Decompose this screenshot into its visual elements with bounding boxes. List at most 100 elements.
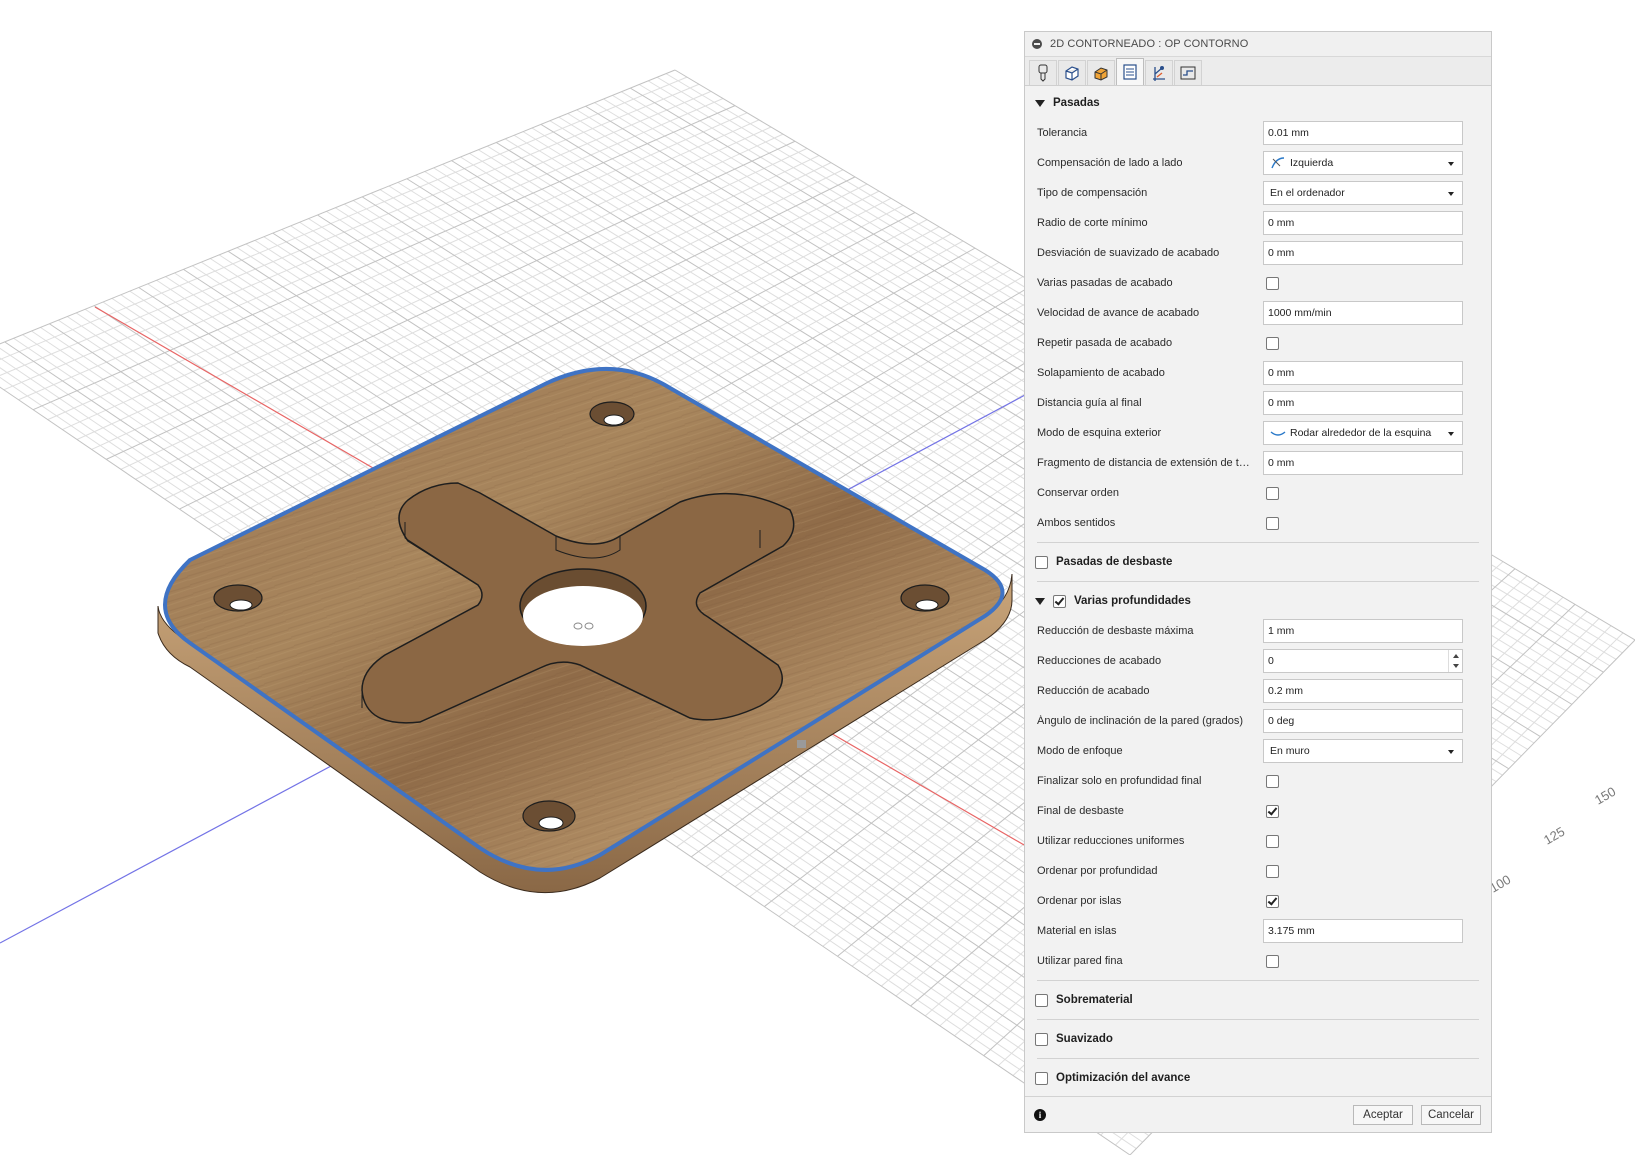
select-value: Rodar alrededor de la esquina [1290,427,1432,439]
tab-heights[interactable] [1087,60,1115,85]
mounting-hole-right [900,584,950,612]
pared-fina-checkbox[interactable] [1266,954,1279,968]
field-label: Modo de esquina exterior [1037,427,1162,439]
tab-geometry[interactable] [1058,60,1086,85]
field-label: Ambos sentidos [1037,517,1116,529]
varias-pasadas-checkbox[interactable] [1266,276,1279,290]
repetir-checkbox[interactable] [1266,336,1279,350]
row-ordenar-islas: Ordenar por islas [1025,886,1491,916]
fragmento-input[interactable]: 0 mm [1263,451,1463,475]
row-modo-enfoque: Modo de enfoque En muro [1025,736,1491,766]
cancel-button[interactable]: Cancelar [1421,1105,1481,1125]
field-label: Conservar orden [1037,487,1119,499]
conservar-orden-checkbox[interactable] [1266,486,1279,500]
section-title: Pasadas de desbaste [1056,556,1173,568]
spin-up-icon[interactable] [1453,654,1459,658]
row-final-desbaste: Final de desbaste [1025,796,1491,826]
info-icon[interactable]: i [1034,1109,1046,1121]
tab-tool[interactable] [1029,60,1057,85]
radio-corte-input[interactable]: 0 mm [1263,211,1463,235]
dropdown-arrow-icon [1448,432,1454,436]
field-label: Reducciones de acabado [1037,655,1162,667]
optimizacion-checkbox[interactable] [1035,1071,1048,1085]
finalizar-solo-checkbox[interactable] [1266,774,1279,788]
section-desbaste-header[interactable]: Pasadas de desbaste [1025,547,1491,577]
desbaste-checkbox[interactable] [1035,555,1048,569]
row-tipo-compensacion: Tipo de compensación En el ordenador [1025,178,1491,208]
reduccion-acabado-input[interactable]: 0.2 mm [1263,679,1463,703]
angulo-input[interactable]: 0 deg [1263,709,1463,733]
tool-icon [1038,64,1048,82]
field-label: Desviación de suavizado de acabado [1037,247,1220,259]
solapamiento-input[interactable]: 0 mm [1263,361,1463,385]
row-ordenar-profundidad: Ordenar por profundidad [1025,856,1491,886]
dropdown-arrow-icon [1448,162,1454,166]
row-desviacion: Desviación de suavizado de acabado 0 mm [1025,238,1491,268]
row-modo-esquina: Modo de esquina exterior Rodar alrededor… [1025,418,1491,448]
section-optimizacion-header[interactable]: Optimización del avance [1025,1063,1491,1093]
desviacion-input[interactable]: 0 mm [1263,241,1463,265]
select-value: Izquierda [1290,157,1334,169]
tolerancia-input[interactable]: 0.01 mm [1263,121,1463,145]
field-label: Tipo de compensación [1037,187,1148,199]
ordenar-islas-checkbox[interactable] [1266,894,1279,908]
dropdown-arrow-icon [1448,750,1454,754]
row-finalizar-solo: Finalizar solo en profundidad final [1025,766,1491,796]
ok-button[interactable]: Aceptar [1353,1105,1413,1125]
ambos-sentidos-checkbox[interactable] [1266,516,1279,530]
row-conservar-orden: Conservar orden [1025,478,1491,508]
mounting-hole-bottom [522,800,576,832]
profundidades-checkbox[interactable] [1053,594,1066,608]
material-islas-input[interactable]: 3.175 mm [1263,919,1463,943]
section-divider [1037,1019,1479,1020]
operation-dialog: 2D CONTORNEADO : OP CONTORNO Pasadas Tol… [1024,31,1492,1133]
reducciones-acabado-stepper[interactable]: 0 [1263,649,1463,673]
tab-passes[interactable] [1116,58,1144,85]
section-title: Varias profundidades [1074,595,1191,607]
modo-enfoque-select[interactable]: En muro [1263,739,1463,763]
field-label: Material en islas [1037,925,1117,937]
axis-label-125: 125 [1541,824,1567,848]
dialog-titlebar: 2D CONTORNEADO : OP CONTORNO [1025,32,1491,57]
tab-linking[interactable] [1145,60,1173,85]
collapse-icon[interactable] [1032,39,1042,49]
row-radio-corte: Radio de corte mínimo 0 mm [1025,208,1491,238]
final-desbaste-checkbox[interactable] [1266,804,1279,818]
left-compensation-icon [1271,157,1285,169]
suavizado-checkbox[interactable] [1035,1032,1048,1046]
row-material-islas: Material en islas 3.175 mm [1025,916,1491,946]
field-label: Final de desbaste [1037,805,1124,817]
expand-triangle-icon [1035,597,1045,605]
field-label: Modo de enfoque [1037,745,1123,757]
field-label: Tolerancia [1037,127,1088,139]
section-suavizado-header[interactable]: Suavizado [1025,1024,1491,1054]
field-label: Solapamiento de acabado [1037,367,1165,379]
section-profundidades-header[interactable]: Varias profundidades [1025,586,1491,616]
ordenar-profundidad-checkbox[interactable] [1266,864,1279,878]
sobrematerial-checkbox[interactable] [1035,993,1048,1007]
mounting-hole-left [213,584,263,612]
field-label: Utilizar reducciones uniformes [1037,835,1185,847]
reduccion-maxima-input[interactable]: 1 mm [1263,619,1463,643]
section-pasadas-header[interactable]: Pasadas [1025,88,1491,118]
distancia-guia-input[interactable]: 0 mm [1263,391,1463,415]
linking-icon [1153,66,1165,81]
velocidad-input[interactable]: 1000 mm/min [1263,301,1463,325]
field-label: Reducción de acabado [1037,685,1150,697]
row-repetir: Repetir pasada de acabado [1025,328,1491,358]
tipo-compensacion-select[interactable]: En el ordenador [1263,181,1463,205]
section-sobrematerial-header[interactable]: Sobrematerial [1025,985,1491,1015]
compensacion-select[interactable]: Izquierda [1263,151,1463,175]
modo-esquina-select[interactable]: Rodar alrededor de la esquina [1263,421,1463,445]
geometry-icon [1065,66,1079,81]
reducciones-uniformes-checkbox[interactable] [1266,834,1279,848]
spin-down-icon[interactable] [1453,664,1459,668]
field-label: Varias pasadas de acabado [1037,277,1173,289]
axis-label-150: 150 [1592,784,1618,808]
roll-around-corner-icon [1270,431,1286,436]
row-distancia-guia: Distancia guía al final 0 mm [1025,388,1491,418]
wooden-plate-part[interactable] [157,367,1013,894]
field-label: Ordenar por islas [1037,895,1122,907]
tab-simulation[interactable] [1174,60,1202,85]
spin-buttons[interactable] [1448,650,1462,672]
